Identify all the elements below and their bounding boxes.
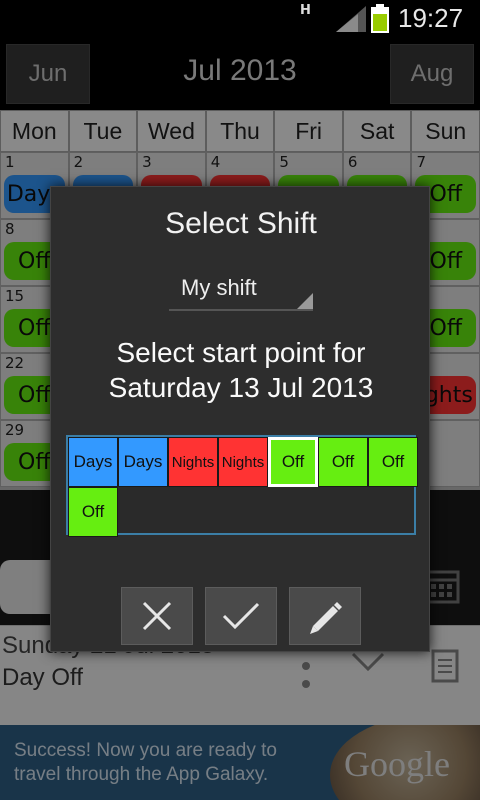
status-bar: H 19:27	[0, 0, 480, 38]
dialog-title: Select Shift	[165, 207, 317, 240]
select-shift-dialog: Select Shift My shift Select start point…	[50, 186, 430, 652]
dialog-prompt: Select start point for Saturday 13 Jul 2…	[51, 335, 431, 405]
dropdown-value: My shift	[181, 275, 257, 300]
clock: 19:27	[398, 3, 464, 33]
dropdown-arrow-icon	[297, 293, 313, 309]
battery-icon	[371, 4, 389, 33]
shift-pattern-dropdown[interactable]: My shift	[169, 269, 313, 311]
shift-pattern-cell[interactable]: Days	[118, 437, 168, 487]
shift-pattern-cell[interactable]: Off	[68, 487, 118, 537]
edit-button[interactable]	[289, 587, 361, 645]
prompt-line-2: Saturday 13 Jul 2013	[108, 372, 374, 403]
network-type-indicator: H	[300, 3, 311, 18]
prompt-line-1: Select start point for	[116, 337, 366, 368]
shift-pattern-grid: Days Days Nights Nights Off Off Off Off	[66, 435, 418, 537]
shift-pattern-cell[interactable]: Days	[68, 437, 118, 487]
cancel-button[interactable]	[121, 587, 193, 645]
shift-pattern-cell[interactable]: Off	[318, 437, 368, 487]
shift-pattern-cell[interactable]: Nights	[218, 437, 268, 487]
check-icon	[222, 602, 260, 630]
signal-icon	[336, 6, 366, 32]
shift-pattern-cell[interactable]: Off	[268, 437, 318, 487]
close-icon	[142, 601, 172, 631]
confirm-button[interactable]	[205, 587, 277, 645]
shift-pattern-cell[interactable]: Off	[368, 437, 418, 487]
pencil-icon	[310, 602, 342, 634]
shift-pattern-cell[interactable]: Nights	[168, 437, 218, 487]
